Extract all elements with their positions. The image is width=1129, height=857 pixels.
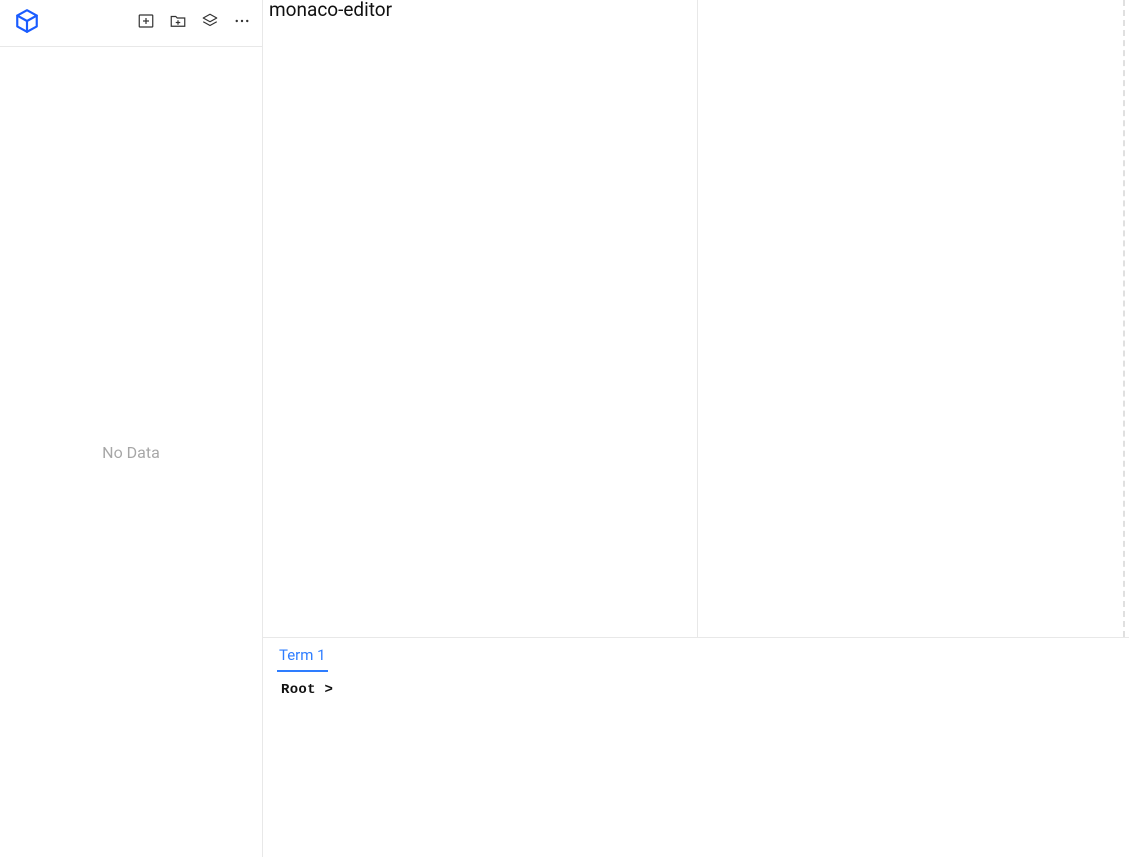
new-folder-icon[interactable] [168, 11, 188, 31]
more-icon[interactable] [232, 11, 252, 31]
preview-panel [698, 0, 1125, 637]
terminal-prompt: Root > [281, 682, 342, 698]
terminal-prompt-symbol: > [325, 682, 334, 698]
file-sidebar: No Data [0, 0, 263, 857]
app-logo-icon [14, 8, 40, 34]
sidebar-body: No Data [0, 47, 262, 857]
app-root: No Data monaco-editor Term 1 Root > [0, 0, 1129, 857]
terminal-prompt-user: Root [281, 682, 316, 698]
terminal-tabs: Term 1 [277, 644, 1115, 672]
terminal-panel: Term 1 Root > [263, 638, 1129, 857]
main-area: monaco-editor Term 1 Root > [263, 0, 1129, 857]
sidebar-actions [136, 11, 252, 31]
layers-icon[interactable] [200, 11, 220, 31]
editor-row: monaco-editor [263, 0, 1129, 638]
editor-panel[interactable]: monaco-editor [263, 0, 698, 637]
empty-state-text: No Data [102, 443, 160, 462]
terminal-body[interactable]: Root > [277, 672, 1115, 708]
editor-title: monaco-editor [269, 0, 691, 21]
terminal-tab-1[interactable]: Term 1 [277, 644, 328, 672]
sidebar-header [0, 0, 262, 47]
new-file-icon[interactable] [136, 11, 156, 31]
